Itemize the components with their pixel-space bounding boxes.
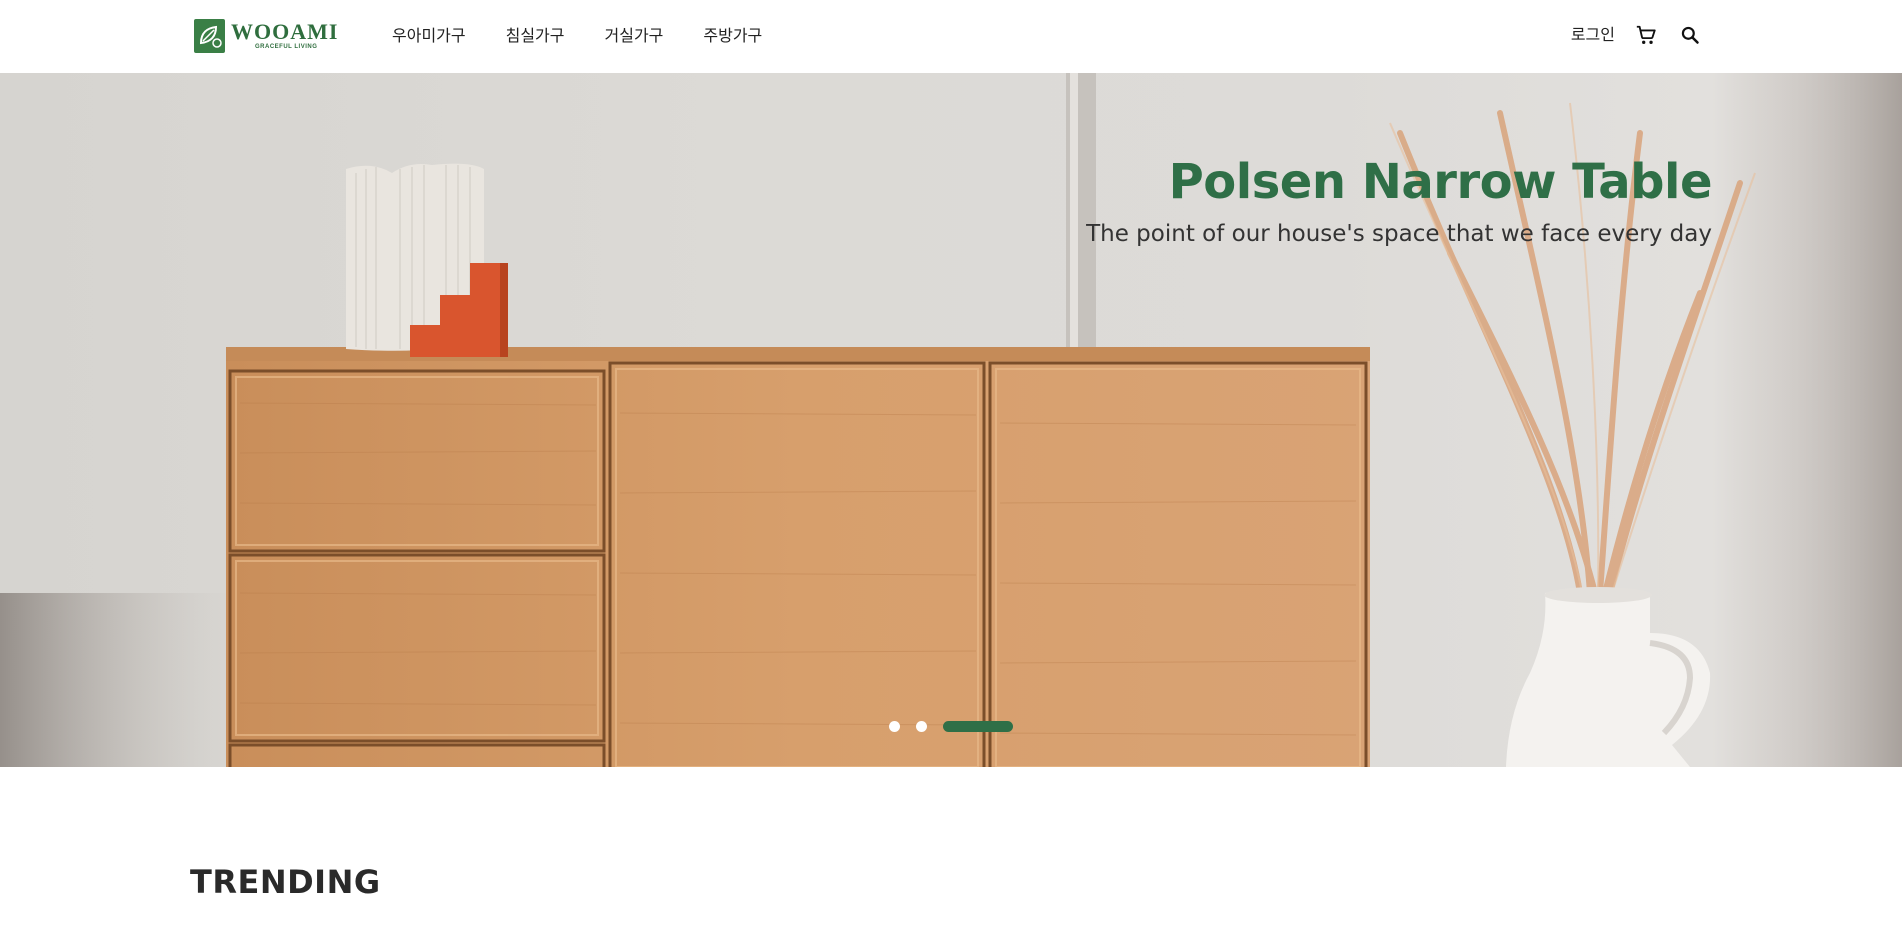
search-icon[interactable] xyxy=(1677,22,1703,48)
brand-name: WOOAMI xyxy=(231,19,339,44)
logo-leaf-icon xyxy=(194,19,225,53)
carousel-dot-active[interactable] xyxy=(943,721,1013,732)
nav-item-bedroom[interactable]: 침실가구 xyxy=(506,24,565,48)
utility-menu: 로그인 xyxy=(1571,22,1703,48)
brand-tagline: GRACEFUL LIVING xyxy=(255,44,318,50)
carousel-dot-1[interactable] xyxy=(889,721,900,732)
login-link[interactable]: 로그인 xyxy=(1571,23,1615,47)
trending-heading: TRENDING xyxy=(190,863,381,901)
nav-item-kitchen[interactable]: 주방가구 xyxy=(703,24,762,48)
nav-item-living-room[interactable]: 거실가구 xyxy=(605,24,664,48)
carousel-dot-2[interactable] xyxy=(916,721,927,732)
cart-icon[interactable] xyxy=(1633,22,1659,48)
hero-banner[interactable]: Polsen Narrow Table The point of our hou… xyxy=(0,73,1902,767)
site-header: WOOAMI GRACEFUL LIVING 우아미가구 침실가구 거실가구 주… xyxy=(0,0,1902,73)
carousel-pagination xyxy=(889,721,1013,732)
brand-logo[interactable]: WOOAMI GRACEFUL LIVING xyxy=(194,18,338,54)
hero-title: Polsen Narrow Table xyxy=(1168,154,1713,210)
main-nav: 우아미가구 침실가구 거실가구 주방가구 xyxy=(392,24,802,48)
nav-item-wooami[interactable]: 우아미가구 xyxy=(392,24,466,48)
hero-subtitle: The point of our house's space that we f… xyxy=(1086,221,1712,247)
